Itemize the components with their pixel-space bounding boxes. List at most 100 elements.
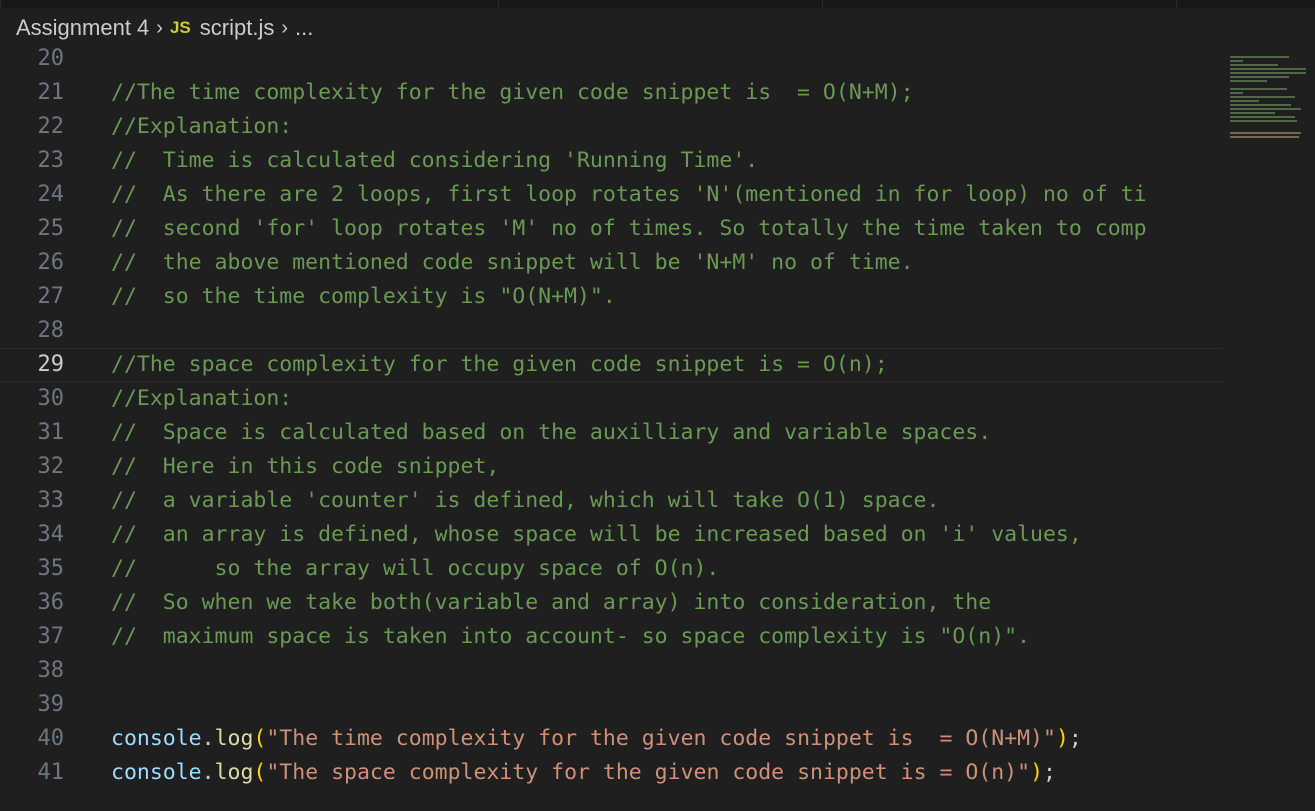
code-punctuation: ;	[1043, 760, 1056, 785]
code-line[interactable]: 33 // a variable 'counter' is defined, wh…	[0, 484, 1222, 518]
code-comment: // the above mentioned code snippet will…	[111, 250, 914, 275]
code-statement: console.log("The time complexity for the…	[111, 722, 1082, 756]
code-comment: // As there are 2 loops, first loop rota…	[111, 182, 1147, 207]
code-line[interactable]: 37 // maximum space is taken into account…	[0, 620, 1222, 654]
code-line[interactable]: 25 // second 'for' loop rotates 'M' no of…	[0, 212, 1222, 246]
code-line[interactable]: 26 // the above mentioned code snippet wi…	[0, 246, 1222, 280]
minimap-line	[1230, 96, 1295, 98]
code-comment: //The space complexity for the given cod…	[111, 352, 888, 377]
code-line[interactable]: 34 // an array is defined, whose space wi…	[0, 518, 1222, 552]
minimap[interactable]	[1222, 42, 1315, 811]
code-line[interactable]: 24 // As there are 2 loops, first loop ro…	[0, 178, 1222, 212]
tab-strip	[0, 0, 1315, 8]
minimap-line	[1230, 60, 1244, 62]
tab-separator	[1176, 0, 1177, 8]
code-line[interactable]: 38	[0, 654, 1222, 688]
line-number: 22	[37, 114, 65, 139]
line-number: 21	[37, 80, 65, 105]
code-line[interactable]: 22 //Explanation:	[0, 110, 1222, 144]
minimap-line	[1230, 68, 1306, 70]
code-string: "The time complexity for the given code …	[266, 726, 1056, 751]
code-comment: //Explanation:	[111, 114, 293, 139]
code-bracket: (	[253, 760, 267, 785]
minimap-line	[1230, 64, 1278, 66]
code-bracket: )	[1030, 760, 1044, 785]
code-line[interactable]: 31 // Space is calculated based on the au…	[0, 416, 1222, 450]
code-comment: //Explanation:	[111, 386, 293, 411]
minimap-line	[1230, 80, 1268, 82]
line-number: 26	[37, 250, 65, 275]
line-number: 36	[37, 590, 65, 615]
line-number: 39	[37, 692, 65, 717]
code-line[interactable]: 23 // Time is calculated considering 'Run…	[0, 144, 1222, 178]
line-number: 23	[37, 148, 65, 173]
code-line[interactable]: 35 // so the array will occupy space of O…	[0, 552, 1222, 586]
minimap-line	[1230, 116, 1295, 118]
minimap-line	[1230, 72, 1306, 74]
code-comment: // Here in this code snippet,	[111, 454, 500, 479]
code-method: log	[214, 726, 254, 751]
minimap-line	[1230, 104, 1291, 106]
code-line[interactable]: 40 console.log("The time complexity for t…	[0, 722, 1222, 756]
minimap-line	[1230, 76, 1289, 78]
code-line[interactable]: 36 // So when we take both(variable and a…	[0, 586, 1222, 620]
code-line-current[interactable]: 29 //The space complexity for the given c…	[0, 348, 1222, 382]
line-number: 40	[37, 726, 65, 751]
tab-separator	[498, 0, 499, 8]
line-number: 37	[37, 624, 65, 649]
code-line[interactable]: 41 console.log("The space complexity for …	[0, 756, 1222, 790]
code-punctuation: .	[201, 760, 215, 785]
line-number: 25	[37, 216, 65, 241]
breadcrumb-symbol[interactable]: ...	[295, 15, 313, 41]
line-number: 34	[37, 522, 65, 547]
code-identifier: console	[111, 726, 202, 751]
minimap-line	[1230, 88, 1287, 90]
code-statement: console.log("The space complexity for th…	[111, 756, 1056, 790]
line-number: 24	[37, 182, 65, 207]
code-line[interactable]: 39	[0, 688, 1222, 722]
code-punctuation: .	[201, 726, 215, 751]
line-number: 32	[37, 454, 65, 479]
code-bracket: )	[1055, 726, 1069, 751]
breadcrumb-folder[interactable]: Assignment 4	[16, 15, 149, 41]
minimap-line	[1230, 100, 1259, 102]
code-method: log	[214, 760, 254, 785]
code-comment: // second 'for' loop rotates 'M' no of t…	[111, 216, 1147, 241]
code-comment: // Space is calculated based on the auxi…	[111, 420, 992, 445]
code-editor[interactable]: 20 21 //The time complexity for the given …	[0, 42, 1222, 811]
tab-separator	[822, 0, 823, 8]
line-number: 41	[37, 760, 65, 785]
minimap-line	[1230, 56, 1289, 58]
minimap-line	[1230, 92, 1244, 94]
code-line[interactable]: 32 // Here in this code snippet,	[0, 450, 1222, 484]
code-comment: // so the time complexity is "O(N+M)".	[111, 284, 616, 309]
code-identifier: console	[111, 760, 202, 785]
javascript-file-icon: JS	[169, 18, 191, 37]
code-line[interactable]: 20	[0, 42, 1222, 76]
minimap-line	[1230, 136, 1300, 138]
line-number: 35	[37, 556, 65, 581]
chevron-right-icon: ›	[156, 16, 163, 39]
code-line[interactable]: 30 //Explanation:	[0, 382, 1222, 416]
code-comment: // Time is calculated considering 'Runni…	[111, 148, 759, 173]
code-bracket: (	[253, 726, 267, 751]
line-number: 29	[37, 352, 65, 377]
line-number: 27	[37, 284, 65, 309]
line-number: 30	[37, 386, 65, 411]
line-number: 28	[37, 318, 65, 343]
code-comment: // so the array will occupy space of O(n…	[111, 556, 720, 581]
minimap-line	[1230, 108, 1302, 110]
code-line[interactable]: 21 //The time complexity for the given co…	[0, 76, 1222, 110]
line-number: 31	[37, 420, 65, 445]
breadcrumb-file[interactable]: script.js	[200, 15, 275, 41]
line-number: 33	[37, 488, 65, 513]
minimap-line	[1230, 120, 1298, 122]
minimap-line	[1230, 132, 1302, 134]
line-number: 20	[37, 46, 65, 71]
code-string: "The space complexity for the given code…	[266, 760, 1031, 785]
code-line[interactable]: 28	[0, 314, 1222, 348]
code-line[interactable]: 27 // so the time complexity is "O(N+M)".	[0, 280, 1222, 314]
line-number: 38	[37, 658, 65, 683]
code-comment: // an array is defined, whose space will…	[111, 522, 1082, 547]
minimap-line	[1230, 112, 1275, 114]
